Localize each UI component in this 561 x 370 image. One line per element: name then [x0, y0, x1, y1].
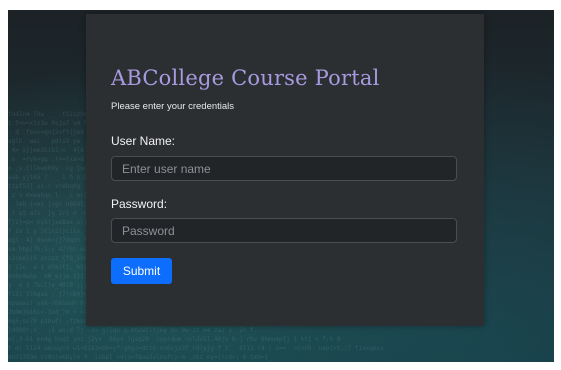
login-card: ABCollege Course Portal Please enter you…: [86, 14, 484, 326]
username-label: User Name:: [111, 134, 176, 148]
page-background: fud1n4 lhw _ .t5iuzhqdlw29gv 6.uuvm8 {_;…: [8, 10, 554, 362]
username-input[interactable]: [111, 156, 457, 181]
password-input[interactable]: [111, 218, 457, 243]
submit-button[interactable]: Submit: [111, 258, 172, 284]
portal-title: ABCollege Course Portal: [111, 66, 380, 90]
password-label: Password:: [111, 197, 168, 211]
credentials-instruction: Please enter your credentials: [111, 101, 235, 112]
